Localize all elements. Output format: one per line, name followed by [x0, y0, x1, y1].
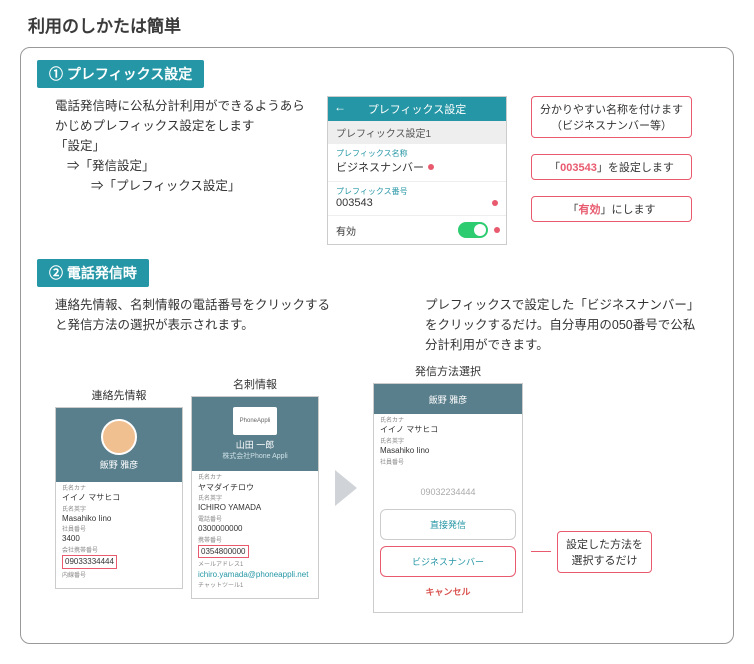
section-prefix-setting: ① プレフィックス設定 電話発信時に公私分計利用ができるようあらかじめプレフィッ… [37, 60, 717, 245]
callout-number: 「003543」を設定します [531, 154, 692, 180]
field-label: 携帯番号 [198, 538, 312, 545]
enable-label: 有効 [336, 223, 356, 238]
col-label: 連絡先情報 [92, 387, 147, 403]
arrow-icon [335, 470, 357, 506]
field-label: 氏名英字 [62, 507, 176, 514]
field-label: 氏名英字 [198, 496, 312, 503]
callout-text: 分かりやすい名称を付けます [540, 104, 683, 116]
callout-dot [492, 200, 498, 206]
field-label: 社員番号 [380, 460, 516, 467]
field-label: 氏名英字 [380, 439, 516, 446]
callout-accent: 有効 [579, 204, 601, 216]
field-label: 内線番号 [62, 573, 176, 580]
callout-enable: 「有効」にします [531, 196, 692, 222]
field-label: 社員番号 [62, 527, 176, 534]
callout-text: （ビジネスナンバー等） [551, 120, 672, 132]
callout-text: 「 [549, 162, 560, 174]
phone-header-title: プレフィックス設定 [368, 104, 466, 116]
dialog-number: 09032234444 [380, 481, 516, 503]
field-label: プレフィックス番号 [336, 186, 498, 197]
callout-select-method: 設定した方法を 選択するだけ [557, 531, 652, 573]
prefix-name-input[interactable]: ビジネスナンバー [336, 159, 424, 175]
field-label: チャットツール1 [198, 583, 312, 590]
business-number-button[interactable]: ビジネスナンバー [380, 546, 516, 577]
field-label: 氏名カナ [198, 475, 312, 482]
page-title: 利用のしかたは簡単 [28, 12, 734, 37]
callout-dot [428, 164, 434, 170]
field-value: Masahiko Iino [380, 446, 516, 456]
field-label: 会社携帯番号 [62, 548, 176, 555]
callout-dot [494, 227, 500, 233]
col-contact: 連絡先情報 飯野 雅彦 氏名カナイイノ マサヒコ 氏名英字Masahiko Ii… [55, 387, 183, 589]
sub-header: プレフィックス設定1 [328, 121, 506, 144]
callout-text: 「 [568, 204, 579, 216]
card-name: 山田 一郎 [236, 438, 275, 451]
enable-toggle[interactable] [458, 222, 488, 238]
col-dialog: 発信方法選択 飯野 雅彦 氏名カナイイノ マサヒコ 氏名英字Masahiko I… [373, 363, 523, 613]
section2-desc-left: 連絡先情報、名刺情報の電話番号をクリックすると発信方法の選択が表示されます。 [55, 295, 335, 355]
direct-call-button[interactable]: 直接発信 [380, 509, 516, 540]
section1-description: 電話発信時に公私分計利用ができるようあらかじめプレフィックス設定をします 「設定… [55, 96, 315, 196]
field-value: 3400 [62, 534, 176, 544]
outer-frame: ① プレフィックス設定 電話発信時に公私分計利用ができるようあらかじめプレフィッ… [20, 47, 734, 644]
screenshot-prefix: ← プレフィックス設定 プレフィックス設定1 プレフィックス名称 ビジネスナンバ… [327, 96, 507, 245]
section-call: ② 電話発信時 連絡先情報、名刺情報の電話番号をクリックすると発信方法の選択が表… [37, 259, 717, 613]
phone-header: ← プレフィックス設定 [328, 97, 506, 121]
field-label: 氏名カナ [380, 418, 516, 425]
callout-name: 分かりやすい名称を付けます （ビジネスナンバー等） [531, 96, 692, 138]
prefix-number-input[interactable]: 003543 [336, 197, 373, 209]
col-label: 発信方法選択 [415, 363, 481, 379]
col-card: 名刺情報 PhoneAppli 山田 一郎 株式会社Phone Appli 氏名… [191, 376, 319, 599]
desc-line: ⇒「発信設定」 [67, 156, 315, 176]
cancel-button[interactable]: キャンセル [380, 577, 516, 606]
section1-badge: ① プレフィックス設定 [37, 60, 204, 88]
phone-number-link[interactable]: 0354800000 [198, 545, 249, 559]
field-value: イイノ マサヒコ [62, 493, 176, 503]
field-label: プレフィックス名称 [336, 148, 498, 159]
field-label: メールアドレス1 [198, 562, 312, 569]
back-icon[interactable]: ← [334, 100, 346, 114]
field-value: ICHIRO YAMADA [198, 503, 312, 513]
field-value: ヤマダイチロウ [198, 483, 312, 493]
desc-line: 「設定」 [55, 136, 315, 156]
callout-text: 設定した方法を [566, 539, 643, 551]
col-label: 名刺情報 [233, 376, 277, 392]
desc-line: 電話発信時に公私分計利用ができるようあらかじめプレフィックス設定をします [55, 96, 315, 136]
mail-link[interactable]: ichiro.yamada@phoneappli.net [198, 570, 312, 580]
section2-badge: ② 電話発信時 [37, 259, 149, 287]
connector-line [531, 551, 551, 552]
callout-text: 」を設定します [597, 162, 674, 174]
field-value: 0300000000 [198, 524, 312, 534]
card-company: 株式会社Phone Appli [222, 451, 287, 461]
field-value: イイノ マサヒコ [380, 425, 516, 435]
section2-desc-right: プレフィックスで設定した「ビジネスナンバー」をクリックするだけ。自分専用の050… [425, 295, 705, 355]
callout-text: 選択するだけ [572, 555, 638, 567]
avatar [101, 419, 137, 455]
desc-line: ⇒「プレフィックス設定」 [91, 176, 315, 196]
callout-text: 」にします [601, 204, 656, 216]
field-value: Masahiko Iino [62, 514, 176, 524]
callout-accent: 003543 [560, 162, 597, 174]
field-label: 電話番号 [198, 517, 312, 524]
business-card-icon: PhoneAppli [233, 407, 277, 435]
dialog-header: 飯野 雅彦 [374, 384, 522, 414]
contact-name: 飯野 雅彦 [100, 458, 139, 471]
phone-number-link[interactable]: 09033334444 [62, 555, 117, 569]
field-label: 氏名カナ [62, 486, 176, 493]
